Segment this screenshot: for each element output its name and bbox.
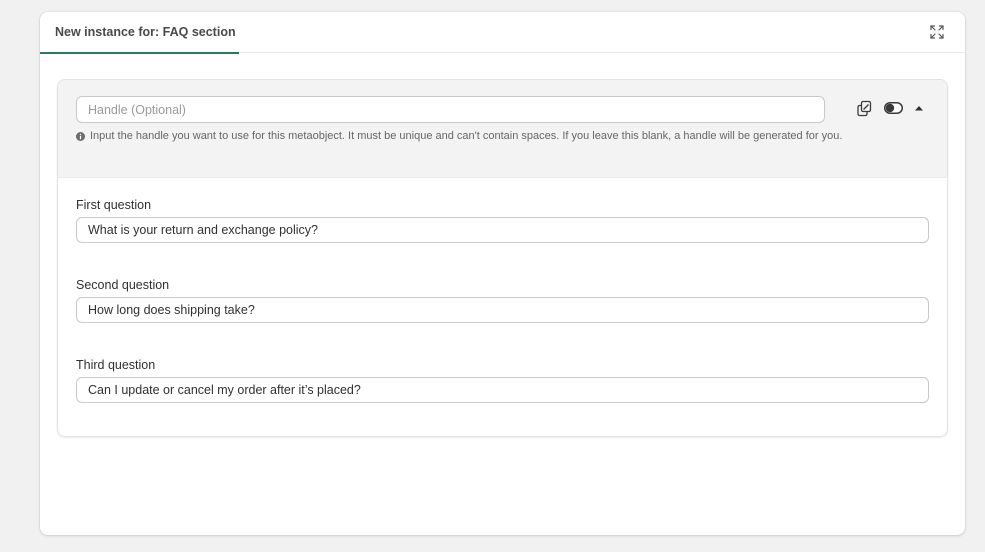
field-label: Second question: [76, 278, 170, 292]
toggle-icon[interactable]: [884, 102, 903, 114]
entry-actions: [856, 100, 924, 116]
field-second-question: Second question: [76, 277, 929, 323]
field-label: First question: [76, 198, 152, 212]
handle-help-text: Input the handle you want to use for thi…: [76, 129, 842, 143]
metaobject-entry-card: Input the handle you want to use for thi…: [57, 79, 948, 437]
caret-up-icon[interactable]: [914, 103, 924, 113]
second-question-input[interactable]: [76, 297, 929, 323]
info-icon: [76, 131, 85, 141]
modal-tab-bar: New instance for: FAQ section: [40, 12, 965, 54]
tab-new-instance[interactable]: New instance for: FAQ section: [40, 12, 239, 54]
entry-header: Input the handle you want to use for thi…: [58, 80, 947, 178]
field-first-question: First question: [76, 197, 929, 243]
first-question-input[interactable]: [76, 217, 929, 243]
expand-icon[interactable]: [929, 24, 945, 40]
field-third-question: Third question: [76, 357, 929, 403]
third-question-input[interactable]: [76, 377, 929, 403]
help-text: Input the handle you want to use for thi…: [90, 130, 843, 142]
field-label: Third question: [76, 358, 156, 372]
duplicate-icon[interactable]: [856, 100, 873, 117]
handle-input[interactable]: [76, 96, 825, 123]
new-instance-modal: New instance for: FAQ section Handle (Op…: [40, 12, 965, 535]
